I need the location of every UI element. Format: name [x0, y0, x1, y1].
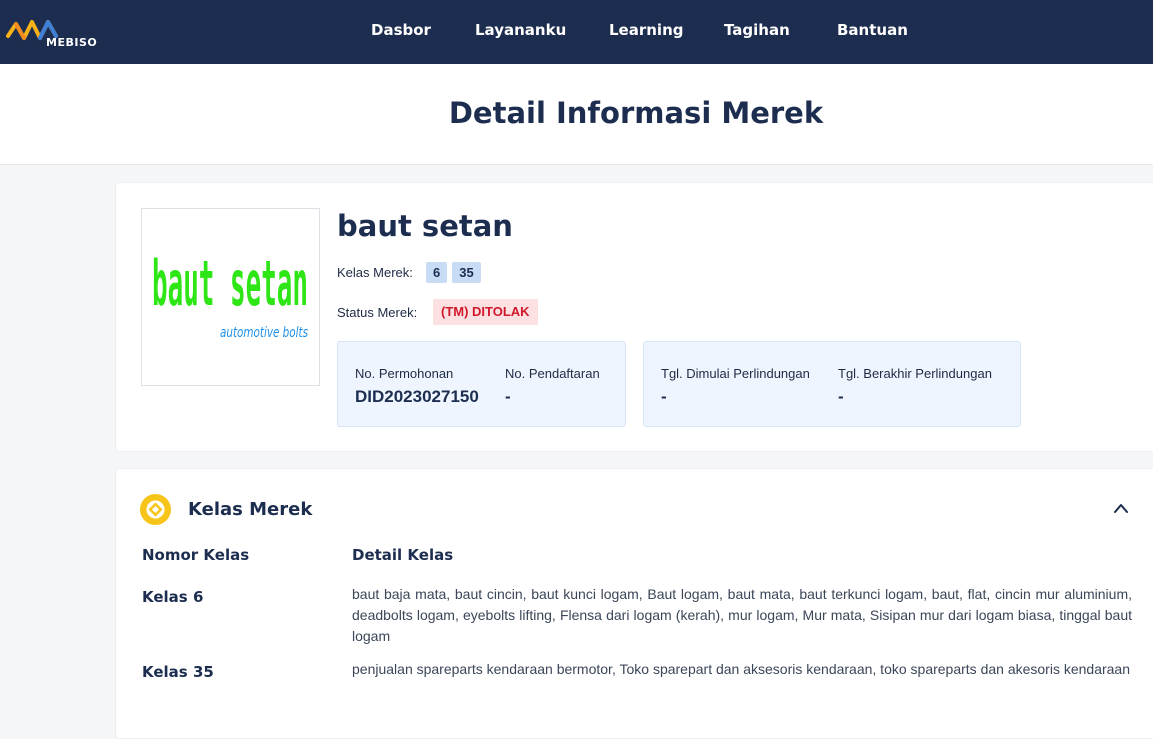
- kelas-badge-6: 6: [426, 262, 448, 283]
- kelas-row-nomor: Kelas 6: [142, 588, 204, 606]
- page-title: Detail Informasi Merek: [448, 96, 824, 130]
- kelas-badge-35: 35: [452, 262, 481, 283]
- nav-tagihan[interactable]: Tagihan: [724, 21, 790, 39]
- svg-text:automotive bolts: automotive bolts: [220, 325, 308, 341]
- kelas-section-title: Kelas Merek: [188, 499, 313, 520]
- nav-layananku[interactable]: Layananku: [475, 21, 566, 39]
- tgl-akhir-value: -: [838, 387, 844, 406]
- main-nav: Dasbor Layananku Learning Tagihan Bantua…: [0, 0, 1153, 64]
- status-merek-label: Status Merek:: [337, 305, 418, 320]
- no-pendaftaran-value: -: [505, 387, 511, 406]
- kelas-row-detail: baut baja mata, baut cincin, baut kunci …: [352, 586, 1132, 644]
- column-header-detail: Detail Kelas: [352, 546, 454, 564]
- tgl-akhir-field: Tgl. Berakhir Perlindungan -: [838, 366, 992, 407]
- brand-name: baut setan: [337, 209, 513, 243]
- no-pendaftaran-field: No. Pendaftaran -: [505, 366, 600, 407]
- kelas-badges: 6 35: [426, 262, 481, 283]
- registration-info-box: No. Permohonan DID2023027150 No. Pendaft…: [337, 341, 626, 427]
- protection-info-box: Tgl. Dimulai Perlindungan - Tgl. Berakhi…: [643, 341, 1021, 427]
- kelas-row-detail: penjualan spareparts kendaraan bermotor,…: [352, 661, 1131, 677]
- brand-logo-image: baut setan automotive bolts: [141, 208, 320, 386]
- nav-learning[interactable]: Learning: [609, 21, 684, 39]
- column-header-nomor: Nomor Kelas: [142, 546, 250, 564]
- kelas-merek-card: Kelas Merek Nomor Kelas Detail Kelas Kel…: [115, 468, 1153, 739]
- nav-dasbor[interactable]: Dasbor: [371, 21, 431, 39]
- tgl-mulai-value: -: [661, 387, 667, 406]
- svg-text:baut setan: baut setan: [152, 248, 308, 321]
- brand-info-card: baut setan automotive bolts baut setan K…: [115, 182, 1153, 452]
- kelas-row-nomor: Kelas 35: [142, 663, 214, 681]
- nav-bantuan[interactable]: Bantuan: [837, 21, 908, 39]
- no-pendaftaran-label: No. Pendaftaran: [505, 366, 600, 381]
- kelas-badge-icon: [140, 494, 171, 525]
- tgl-akhir-label: Tgl. Berakhir Perlindungan: [838, 366, 992, 381]
- kelas-merek-label: Kelas Merek:: [337, 265, 413, 280]
- no-permohonan-label: No. Permohonan: [355, 366, 454, 381]
- tgl-mulai-field: Tgl. Dimulai Perlindungan -: [661, 366, 810, 407]
- title-band: Detail Informasi Merek: [0, 64, 1153, 165]
- top-navbar: MEBISO Dasbor Layananku Learning Tagihan…: [0, 0, 1153, 64]
- brand-logo-graphic: baut setan automotive bolts: [152, 248, 308, 341]
- chevron-up-icon[interactable]: [1113, 502, 1129, 514]
- no-permohonan-value: DID2023027150: [355, 387, 479, 406]
- status-badge: (TM) DITOLAK: [433, 299, 538, 325]
- tgl-mulai-label: Tgl. Dimulai Perlindungan: [661, 366, 810, 381]
- no-permohonan-field: No. Permohonan DID2023027150: [355, 366, 479, 407]
